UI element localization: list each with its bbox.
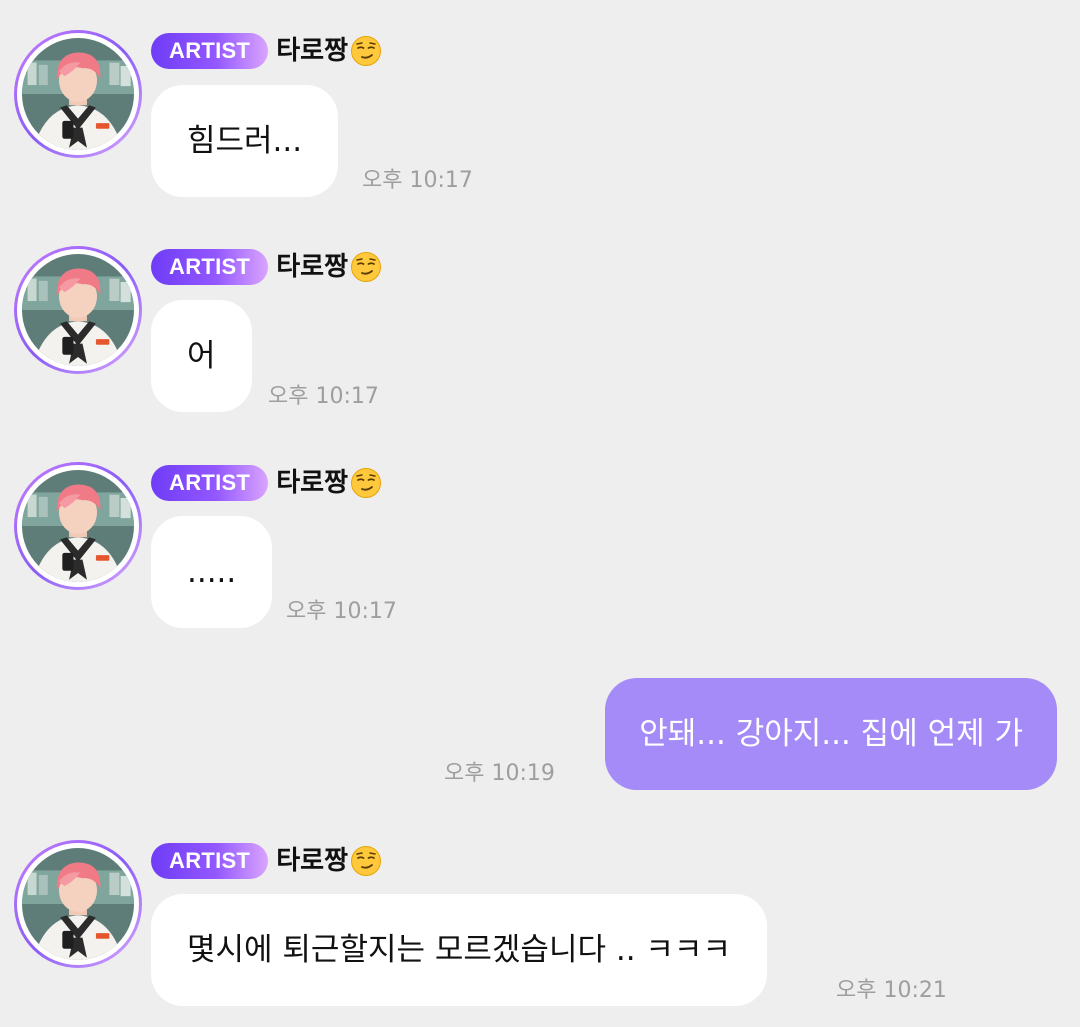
sender-name: 타로짱 — [276, 252, 349, 282]
avatar-photo-icon — [22, 470, 134, 582]
artist-badge: ARTIST — [151, 843, 269, 879]
message-bubble-outgoing[interactable]: 안돼... 강아지... 집에 언제 가 — [605, 678, 1057, 790]
artist-badge: ARTIST — [151, 33, 269, 69]
message-timestamp: 오후 10:21 — [836, 978, 947, 1003]
message-timestamp: 오후 10:17 — [286, 599, 397, 624]
message-timestamp: 오후 10:17 — [268, 384, 379, 409]
sender-name: 타로짱 — [276, 468, 349, 498]
sender-row: ARTIST 타로짱 — [151, 464, 382, 502]
smirking-face-icon — [350, 845, 382, 877]
sender-row: ARTIST 타로짱 — [151, 842, 382, 880]
artist-badge: ARTIST — [151, 465, 269, 501]
artist-avatar[interactable] — [14, 840, 142, 968]
sender-name: 타로짱 — [276, 846, 349, 876]
message-bubble[interactable]: 어 — [151, 300, 252, 412]
message-timestamp: 오후 10:19 — [444, 761, 555, 786]
avatar-photo-icon — [22, 38, 134, 150]
message-bubble[interactable]: ..... — [151, 516, 273, 628]
artist-avatar[interactable] — [14, 462, 142, 590]
artist-badge: ARTIST — [151, 249, 269, 285]
message-bubble[interactable]: 힘드러... — [151, 85, 339, 197]
smirking-face-icon — [350, 35, 382, 67]
sender-row: ARTIST 타로짱 — [151, 32, 382, 70]
artist-avatar[interactable] — [14, 30, 142, 158]
avatar-photo-icon — [22, 254, 134, 366]
avatar-photo-icon — [22, 848, 134, 960]
message-bubble[interactable]: 몇시에 퇴근할지는 모르겠습니다 .. ㅋㅋㅋ — [151, 894, 767, 1006]
sender-row: ARTIST 타로짱 — [151, 248, 382, 286]
smirking-face-icon — [350, 251, 382, 283]
message-timestamp: 오후 10:17 — [362, 168, 473, 193]
smirking-face-icon — [350, 467, 382, 499]
artist-avatar[interactable] — [14, 246, 142, 374]
sender-name: 타로짱 — [276, 36, 349, 66]
